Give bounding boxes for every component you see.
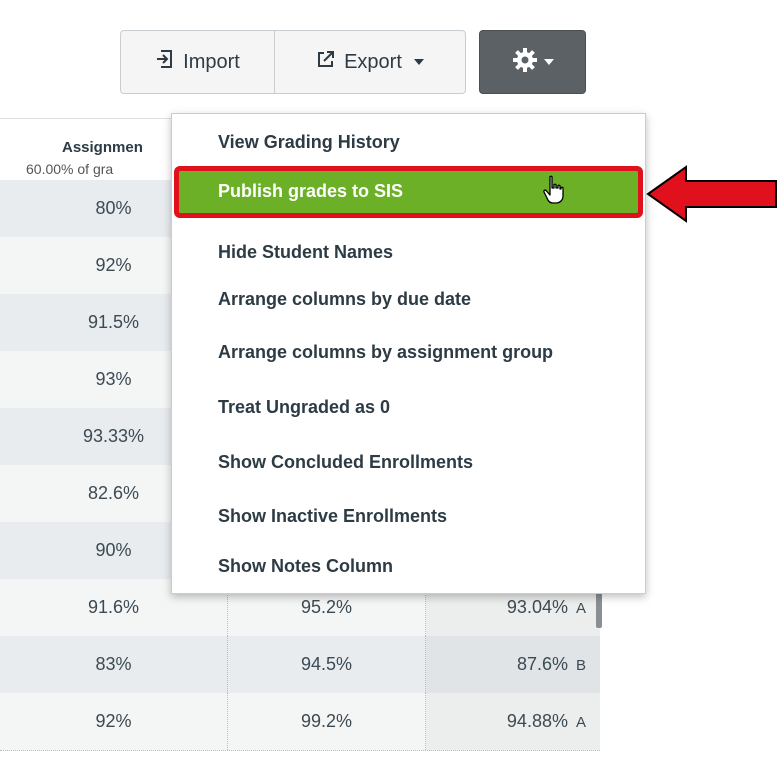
total-grade-cell[interactable]: 94.88% A (426, 693, 600, 750)
import-button[interactable]: Import (120, 30, 275, 94)
hand-pointer-icon (542, 175, 566, 210)
letter-grade: A (575, 600, 586, 617)
chevron-down-icon (413, 59, 424, 65)
column-header-weight: 60.00% of gra (26, 161, 114, 177)
gradebook-toolbar: Import Export (0, 0, 600, 118)
total-percent: 93.04% (506, 597, 568, 617)
menu-item-show-inactive-enrollments[interactable]: Show Inactive Enrollments (218, 506, 447, 527)
grade-cell[interactable]: 94.5% (228, 636, 426, 693)
column-header-title: Assignmen (62, 139, 143, 156)
vertical-scrollbar[interactable] (596, 592, 602, 628)
settings-menu-button[interactable] (479, 30, 586, 94)
menu-item-show-concluded-enrollments[interactable]: Show Concluded Enrollments (218, 452, 473, 473)
import-label: Import (183, 50, 240, 73)
red-arrow-icon (646, 164, 778, 229)
letter-grade: B (575, 657, 586, 674)
menu-item-publish-grades-highlight[interactable]: Publish grades to SIS (174, 166, 643, 218)
total-percent: 94.88% (506, 711, 568, 731)
table-row: 83% 94.5% 87.6% B (0, 636, 600, 694)
grade-cell[interactable]: 83% (0, 636, 228, 693)
letter-grade: A (575, 714, 586, 731)
menu-item-hide-student-names[interactable]: Hide Student Names (218, 242, 393, 263)
menu-item-arrange-by-due-date[interactable]: Arrange columns by due date (218, 289, 471, 310)
table-row: 92% 99.2% 94.88% A (0, 693, 600, 751)
menu-item-show-notes-column[interactable]: Show Notes Column (218, 556, 393, 577)
gear-icon (512, 47, 538, 78)
grade-cell[interactable]: 92% (0, 693, 228, 750)
grade-cell[interactable]: 99.2% (228, 693, 426, 750)
menu-item-publish-grades-to-sis[interactable]: Publish grades to SIS (218, 181, 403, 202)
menu-item-view-grading-history[interactable]: View Grading History (218, 132, 400, 153)
import-export-group: Import Export (120, 30, 466, 94)
chevron-down-icon (543, 59, 554, 65)
gradebook-settings-menu: View Grading History Publish grades to S… (171, 113, 646, 594)
menu-item-arrange-by-assignment-group[interactable]: Arrange columns by assignment group (218, 342, 553, 363)
import-icon (155, 49, 175, 75)
total-percent: 87.6% (516, 654, 568, 674)
export-label: Export (344, 50, 402, 73)
export-icon (316, 49, 336, 75)
export-button[interactable]: Export (275, 30, 466, 94)
menu-item-treat-ungraded-as-zero[interactable]: Treat Ungraded as 0 (218, 397, 390, 418)
total-grade-cell[interactable]: 87.6% B (426, 636, 600, 693)
